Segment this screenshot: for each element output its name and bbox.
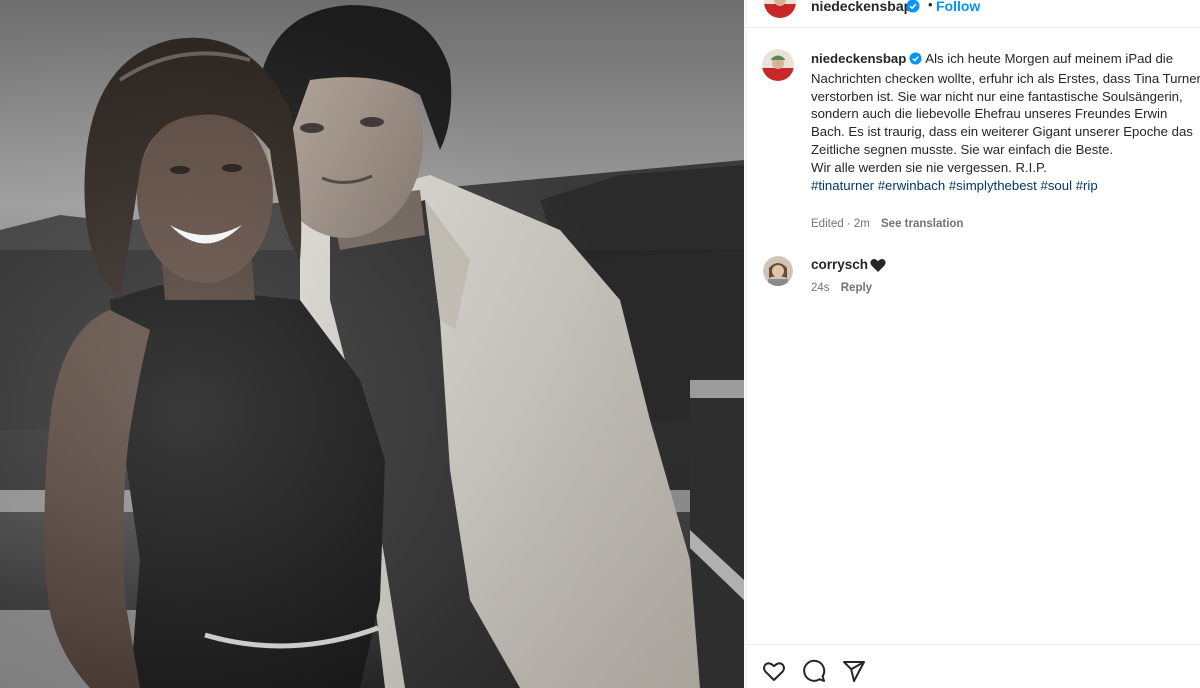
hashtag-link[interactable]: #simplythebest: [949, 178, 1037, 193]
post-action-bar: [746, 644, 1200, 688]
follow-button[interactable]: Follow: [936, 0, 980, 14]
hashtag-link[interactable]: #soul: [1040, 178, 1072, 193]
author-avatar[interactable]: [764, 0, 796, 18]
caption-line-2: Wir alle werden sie nie vergessen. R.I.P…: [811, 159, 1047, 175]
header-separator: •: [928, 0, 933, 12]
photo-black-white-couple: [0, 0, 744, 688]
post-caption: niedeckensbap Als ich heute Morgen auf me…: [811, 50, 1200, 194]
caption-hashtags: #tinaturner #erwinbach #simplythebest #s…: [811, 178, 1098, 193]
post-header: niedeckensbap • Follow: [746, 0, 1200, 28]
post-photo[interactable]: [0, 0, 744, 688]
verified-badge-icon: [906, 0, 920, 18]
reply-button[interactable]: Reply: [841, 282, 872, 294]
comment-meta: 24s Reply: [811, 282, 872, 294]
commenter-avatar[interactable]: [763, 256, 793, 286]
post-details-pane: niedeckensbap • Follow niedeckensbap Als …: [745, 0, 1200, 688]
share-icon[interactable]: [842, 659, 868, 685]
heart-icon[interactable]: [762, 659, 788, 685]
verified-badge-icon: [909, 52, 922, 70]
comment-timestamp: 24s: [811, 282, 830, 294]
caption-text: Als ich heute Morgen auf meinem iPad die…: [811, 51, 1200, 157]
author-username[interactable]: niedeckensbap: [811, 0, 912, 14]
see-translation-button[interactable]: See translation: [881, 218, 963, 230]
edited-timestamp: Edited · 2m: [811, 218, 870, 230]
comment-icon[interactable]: [802, 659, 828, 685]
commenter-username[interactable]: corrysch: [811, 257, 868, 272]
black-heart-emoji-icon: [870, 258, 886, 278]
hashtag-link[interactable]: #tinaturner: [811, 178, 874, 193]
caption-meta: Edited · 2m See translation: [811, 218, 963, 230]
caption-username[interactable]: niedeckensbap: [811, 51, 906, 66]
caption-author-avatar[interactable]: [762, 49, 794, 81]
hashtag-link[interactable]: #erwinbach: [878, 178, 945, 193]
hashtag-link[interactable]: #rip: [1076, 178, 1098, 193]
